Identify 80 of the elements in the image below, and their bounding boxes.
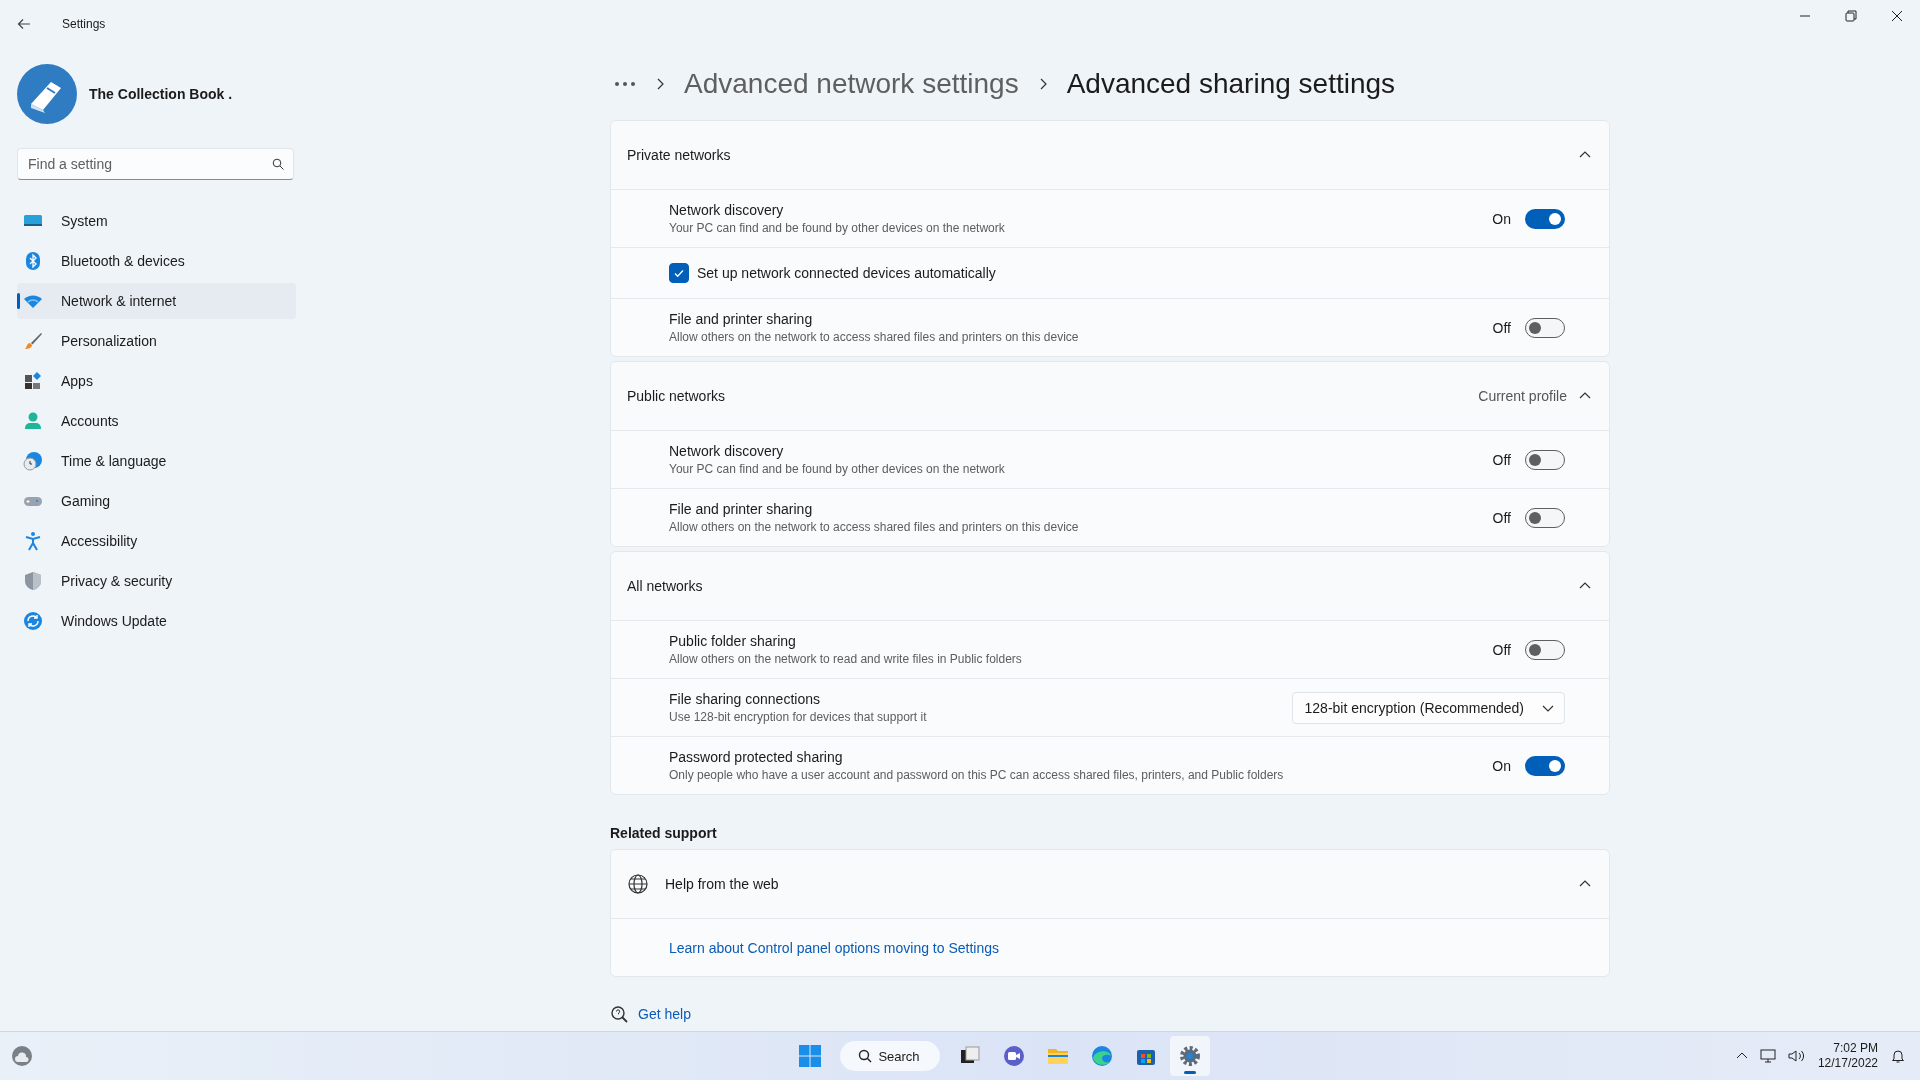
- avatar-icon: [17, 64, 77, 124]
- window-title: Settings: [62, 17, 106, 31]
- setting-title: Network discovery: [669, 443, 785, 459]
- more-icon[interactable]: [614, 81, 636, 87]
- setting-title: File and printer sharing: [669, 501, 814, 517]
- apps-icon: [23, 371, 43, 391]
- nav-item[interactable]: Network & internet: [17, 283, 296, 319]
- gear-icon: [1177, 1044, 1202, 1068]
- search-field[interactable]: Find a setting: [17, 148, 294, 180]
- person-icon: [23, 411, 43, 431]
- clock-time[interactable]: 7:02 PM: [1833, 1041, 1878, 1056]
- checkbox-label: Set up network connected devices automatically: [697, 265, 996, 281]
- bluetooth-icon: [23, 251, 43, 271]
- video-chat-icon: [1001, 1044, 1026, 1068]
- windows-logo-icon: [798, 1044, 823, 1068]
- toggle-state-label: On: [1492, 210, 1511, 227]
- shield-icon: [23, 571, 43, 591]
- accessibility-icon: [23, 531, 43, 551]
- nav-item[interactable]: Gaming: [17, 483, 296, 519]
- setting-description: Allow others on the network to access shared files and printers on this device: [669, 520, 1080, 534]
- toggle-switch[interactable]: [1525, 449, 1565, 470]
- check-icon: [673, 267, 685, 279]
- nav-item[interactable]: System: [17, 203, 296, 239]
- setting-description: Use 128-bit encryption for devices that support it: [669, 710, 928, 724]
- toggle-state-label: On: [1492, 757, 1511, 774]
- setting-title: Network discovery: [669, 202, 785, 218]
- sync-icon: [23, 611, 43, 631]
- brush-icon: [23, 331, 43, 351]
- globe-clock-icon: [23, 451, 43, 471]
- nav-item[interactable]: Windows Update: [17, 603, 296, 639]
- toggle-state-label: Off: [1492, 319, 1511, 336]
- browser-icon: [1089, 1044, 1114, 1068]
- nav-item[interactable]: Personalization: [17, 323, 296, 359]
- toggle-switch[interactable]: [1525, 639, 1565, 660]
- search-icon: [272, 158, 284, 170]
- nav-item[interactable]: Accounts: [17, 403, 296, 439]
- setting-description: Your PC can find and be found by other devices on the network: [669, 462, 1006, 476]
- toggle-state-label: Off: [1492, 509, 1511, 526]
- nav-item[interactable]: Apps: [17, 363, 296, 399]
- setting-title: File sharing connections: [669, 691, 821, 707]
- checkbox[interactable]: [669, 263, 689, 283]
- setting-description: Your PC can find and be found by other devices on the network: [669, 221, 1006, 235]
- related-support-heading: Related support: [610, 825, 718, 841]
- nav-item[interactable]: Time & language: [17, 443, 296, 479]
- setting-description: Allow others on the network to access shared files and printers on this device: [669, 330, 1080, 344]
- toggle-state-label: Off: [1492, 451, 1511, 468]
- setting-title: File and printer sharing: [669, 311, 814, 327]
- setting-description: Only people who have a user account and password on this PC can access shared files, printers, and Public folders: [669, 768, 1285, 782]
- profile-name: The Collection Book .: [89, 86, 233, 102]
- toggle-switch[interactable]: [1525, 507, 1565, 528]
- breadcrumb-item: Advanced sharing settings: [1066, 68, 1396, 100]
- cloud-icon[interactable]: [10, 1044, 34, 1068]
- section-title: All networks: [627, 578, 703, 594]
- nav-item[interactable]: Accessibility: [17, 523, 296, 559]
- search-icon: [858, 1049, 873, 1063]
- get-help-link[interactable]: Get help: [638, 1006, 691, 1022]
- toggle-switch[interactable]: [1525, 755, 1565, 776]
- setting-title: Password protected sharing: [669, 749, 844, 765]
- help-icon: [610, 1005, 628, 1023]
- toggle-switch[interactable]: [1525, 317, 1565, 338]
- help-link[interactable]: Learn about Control panel options moving to Settings: [669, 939, 999, 956]
- setting-description: Allow others on the network to read and write files in Public folders: [669, 652, 1023, 666]
- nav-item[interactable]: Privacy & security: [17, 563, 296, 599]
- speaker-icon[interactable]: [1787, 1048, 1806, 1064]
- clock-date[interactable]: 12/17/2022: [1817, 1056, 1878, 1071]
- section-title: Private networks: [627, 147, 731, 163]
- profile-note: Current profile: [1478, 388, 1567, 404]
- bell-icon[interactable]: [1890, 1048, 1906, 1064]
- globe-icon: [627, 873, 649, 895]
- setting-title: Public folder sharing: [669, 633, 797, 649]
- toggle-state-label: Off: [1492, 641, 1511, 658]
- section-title: Public networks: [627, 388, 726, 404]
- encryption-dropdown[interactable]: 128-bit encryption (Recommended): [1291, 691, 1565, 724]
- toggle-switch[interactable]: [1525, 208, 1565, 229]
- taskbar-search-button[interactable]: Search: [840, 1041, 940, 1071]
- monitor-icon[interactable]: [1759, 1048, 1776, 1064]
- nav-item[interactable]: Bluetooth & devices: [17, 243, 296, 279]
- breadcrumb-item[interactable]: Advanced network settings: [684, 68, 1019, 100]
- section-title: Help from the web: [665, 876, 779, 892]
- back-icon[interactable]: [16, 16, 32, 32]
